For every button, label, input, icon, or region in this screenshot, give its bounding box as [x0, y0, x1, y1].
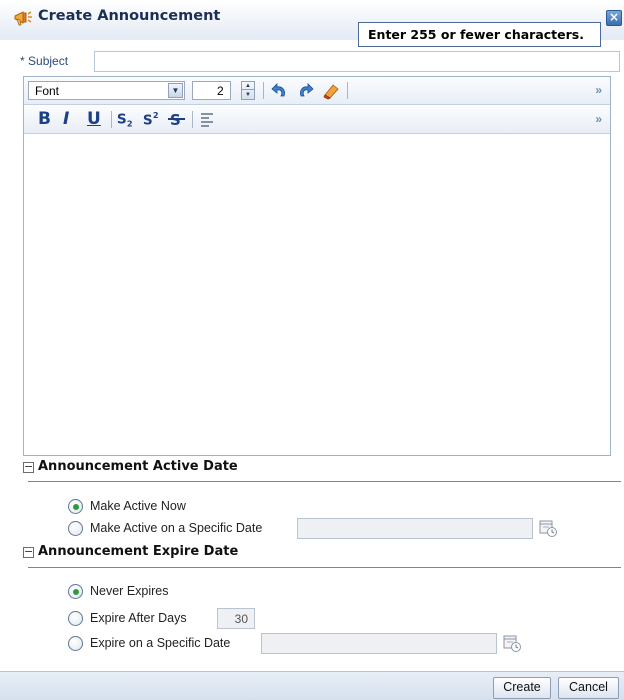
italic-button[interactable]: I: [63, 109, 69, 129]
radio-label: Expire on a Specific Date: [90, 636, 231, 650]
redo-icon[interactable]: [296, 81, 316, 101]
create-button[interactable]: Create: [493, 677, 551, 699]
underline-button[interactable]: U: [87, 109, 101, 129]
active-date-title: Announcement Active Date: [38, 459, 238, 474]
subscript-icon[interactable]: S 2: [116, 109, 136, 129]
editor-content-area[interactable]: [24, 135, 610, 455]
editor-toolbar-top: Font ▼ 2 ▲ ▼ »: [24, 77, 610, 105]
svg-text:2: 2: [127, 118, 133, 128]
toolbar-divider: [347, 82, 348, 99]
align-left-icon[interactable]: [198, 110, 218, 130]
rich-text-editor: Font ▼ 2 ▲ ▼ » B I U S 2 S 2 »: [23, 76, 611, 456]
radio-button[interactable]: [68, 499, 83, 514]
svg-text:S: S: [117, 112, 127, 128]
collapse-icon[interactable]: −: [23, 546, 34, 558]
font-size-input[interactable]: 2: [192, 81, 231, 100]
radio-label: Never Expires: [90, 584, 169, 598]
required-marker: *: [20, 54, 25, 68]
announcement-icon: [14, 11, 32, 26]
radio-button[interactable]: [68, 584, 83, 599]
toolbar-divider: [263, 82, 264, 99]
radio-button[interactable]: [68, 611, 83, 626]
undo-icon[interactable]: [269, 81, 289, 101]
expire-days-input[interactable]: 30: [217, 608, 255, 629]
strikethrough-icon[interactable]: S: [167, 109, 187, 129]
section-divider: [28, 481, 621, 482]
editor-toolbar-format: B I U S 2 S 2 S »: [24, 106, 610, 134]
font-size-value: 2: [217, 84, 224, 98]
radio-label: Make Active Now: [90, 499, 186, 513]
close-icon[interactable]: ×: [606, 10, 622, 26]
svg-text:2: 2: [153, 110, 159, 120]
expire-date-title: Announcement Expire Date: [38, 544, 239, 559]
toolbar-overflow-icon[interactable]: »: [595, 83, 602, 97]
toolbar-divider: [192, 111, 193, 128]
subject-label-text: Subject: [28, 54, 69, 68]
subject-label: * Subject: [20, 54, 68, 68]
toolbar-overflow-icon[interactable]: »: [595, 112, 602, 126]
cancel-button[interactable]: Cancel: [558, 677, 619, 699]
dialog-footer: Create Cancel: [0, 671, 624, 700]
radio-label: Make Active on a Specific Date: [90, 521, 263, 535]
expire-date-input[interactable]: [261, 633, 497, 654]
font-select[interactable]: Font ▼: [28, 81, 185, 100]
active-date-header[interactable]: − Announcement Active Date: [23, 459, 238, 474]
calendar-icon[interactable]: [538, 518, 558, 538]
font-select-value: Font: [35, 84, 60, 98]
spin-down-icon[interactable]: ▼: [242, 91, 254, 99]
subject-tooltip: Enter 255 or fewer characters.: [358, 22, 601, 47]
radio-label: Expire After Days: [90, 611, 187, 625]
subject-input[interactable]: [94, 51, 620, 72]
calendar-icon[interactable]: [502, 633, 522, 653]
spin-up-icon[interactable]: ▲: [242, 82, 254, 90]
section-divider: [28, 567, 621, 568]
chevron-down-icon[interactable]: ▼: [168, 83, 183, 98]
radio-button[interactable]: [68, 636, 83, 651]
eraser-icon[interactable]: [321, 81, 341, 101]
collapse-icon[interactable]: −: [23, 461, 34, 473]
font-size-spinner[interactable]: ▲ ▼: [241, 81, 255, 100]
svg-text:S: S: [143, 112, 153, 128]
expire-date-header[interactable]: − Announcement Expire Date: [23, 544, 238, 559]
toolbar-divider: [111, 111, 112, 128]
radio-button[interactable]: [68, 521, 83, 536]
dialog-title: Create Announcement: [38, 8, 221, 24]
bold-button[interactable]: B: [38, 109, 51, 129]
active-date-input[interactable]: [297, 518, 533, 539]
superscript-icon[interactable]: S 2: [142, 109, 162, 129]
